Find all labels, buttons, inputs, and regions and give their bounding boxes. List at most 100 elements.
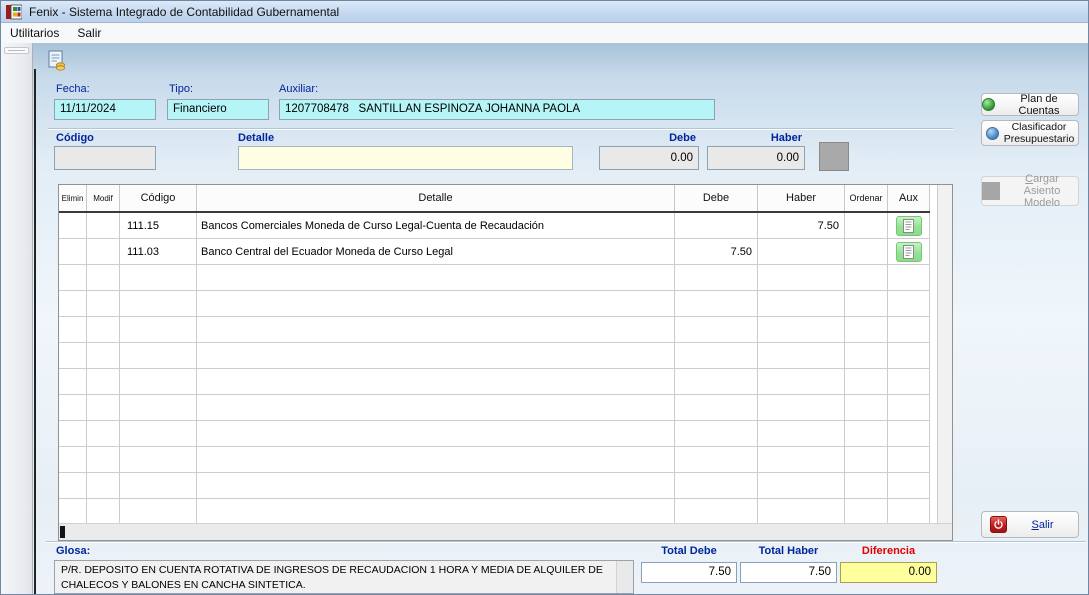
document-coins-icon[interactable] bbox=[46, 50, 68, 72]
table-empty-row bbox=[59, 369, 930, 395]
empty-cell bbox=[888, 369, 930, 394]
header-haber[interactable]: Haber bbox=[758, 185, 845, 211]
cell-ordenar bbox=[845, 239, 888, 264]
header-debe[interactable]: Debe bbox=[675, 185, 758, 211]
empty-cell bbox=[845, 369, 888, 394]
empty-cell bbox=[120, 265, 197, 290]
empty-cell bbox=[59, 473, 87, 498]
table-right-filler bbox=[930, 185, 937, 523]
cargar-asiento-modelo-button[interactable]: Cargar Asiento Modelo bbox=[981, 176, 1079, 206]
header-elimin[interactable]: Elimin bbox=[59, 185, 87, 211]
menu-item-salir[interactable]: Salir bbox=[68, 24, 110, 42]
empty-cell bbox=[888, 265, 930, 290]
empty-cell bbox=[87, 369, 120, 394]
empty-cell bbox=[59, 447, 87, 472]
panel-splitter-handle[interactable] bbox=[4, 47, 29, 54]
total-haber-label: Total Haber bbox=[740, 545, 837, 557]
empty-cell bbox=[675, 421, 758, 446]
empty-cell bbox=[87, 265, 120, 290]
empty-cell bbox=[120, 473, 197, 498]
header-codigo[interactable]: Código bbox=[120, 185, 197, 211]
codigo-label: Código bbox=[56, 132, 94, 144]
header-detalle[interactable]: Detalle bbox=[197, 185, 675, 211]
add-entry-button[interactable] bbox=[819, 142, 849, 171]
empty-cell bbox=[120, 499, 197, 523]
header-ordenar[interactable]: Ordenar bbox=[845, 185, 888, 211]
horizontal-scrollbar-thumb[interactable] bbox=[60, 526, 65, 538]
clasificador-presupuestario-button[interactable]: Clasificador Presupuestario bbox=[981, 120, 1079, 146]
empty-cell bbox=[758, 369, 845, 394]
haber-label: Haber bbox=[707, 132, 802, 144]
cargar-asiento-label: Cargar Asiento Modelo bbox=[1006, 173, 1078, 209]
empty-cell bbox=[59, 291, 87, 316]
header-aux[interactable]: Aux bbox=[888, 185, 930, 211]
cell-aux bbox=[888, 213, 930, 238]
app-icon bbox=[6, 4, 22, 20]
empty-cell bbox=[675, 291, 758, 316]
diferencia-field: 0.00 bbox=[840, 562, 937, 583]
empty-cell bbox=[758, 291, 845, 316]
empty-cell bbox=[758, 421, 845, 446]
separator-bottom bbox=[46, 541, 1086, 543]
horizontal-scrollbar[interactable] bbox=[59, 523, 952, 540]
empty-cell bbox=[758, 473, 845, 498]
table-empty-row bbox=[59, 473, 930, 499]
empty-cell bbox=[120, 421, 197, 446]
glosa-textarea[interactable]: P/R. DEPOSITO EN CUENTA ROTATIVA DE INGR… bbox=[54, 560, 634, 594]
tipo-input[interactable]: Financiero bbox=[167, 99, 269, 120]
table-row[interactable]: 111.03 Banco Central del Ecuador Moneda … bbox=[59, 239, 930, 265]
glosa-scrollbar[interactable] bbox=[616, 561, 633, 593]
fecha-input[interactable]: 11/11/2024 bbox=[54, 99, 156, 120]
menu-item-utilitarios[interactable]: Utilitarios bbox=[1, 24, 68, 42]
debe-entry-input[interactable]: 0.00 bbox=[599, 146, 699, 170]
empty-cell bbox=[888, 343, 930, 368]
empty-cell bbox=[120, 369, 197, 394]
debe-label: Debe bbox=[599, 132, 696, 144]
note-icon bbox=[903, 245, 914, 259]
journal-table: Elimin Modif Código Detalle Debe Haber O… bbox=[58, 184, 953, 541]
panel-divider bbox=[34, 69, 36, 595]
plan-de-cuentas-button[interactable]: Plan de Cuentas bbox=[981, 93, 1079, 116]
empty-cell bbox=[197, 265, 675, 290]
table-empty-row bbox=[59, 499, 930, 523]
empty-cell bbox=[59, 265, 87, 290]
aux-detail-button[interactable] bbox=[896, 242, 922, 262]
salir-button[interactable]: Salir bbox=[981, 511, 1079, 538]
codigo-entry-input[interactable] bbox=[54, 146, 156, 170]
empty-cell bbox=[675, 317, 758, 342]
empty-cell bbox=[59, 421, 87, 446]
application-window: Fenix - Sistema Integrado de Contabilida… bbox=[0, 0, 1089, 595]
empty-cell bbox=[845, 343, 888, 368]
tipo-label: Tipo: bbox=[169, 83, 193, 95]
empty-cell bbox=[888, 291, 930, 316]
empty-cell bbox=[845, 291, 888, 316]
glosa-label: Glosa: bbox=[56, 545, 90, 557]
left-collapsed-panel bbox=[1, 43, 33, 595]
salir-label: Salir bbox=[1007, 519, 1078, 531]
note-icon bbox=[903, 219, 914, 233]
cell-elimin bbox=[59, 239, 87, 264]
menu-bar: Utilitarios Salir bbox=[1, 23, 1089, 43]
empty-cell bbox=[120, 317, 197, 342]
cell-ordenar bbox=[845, 213, 888, 238]
empty-cell bbox=[675, 473, 758, 498]
empty-cell bbox=[675, 447, 758, 472]
empty-cell bbox=[87, 473, 120, 498]
vertical-scrollbar[interactable] bbox=[937, 185, 952, 523]
empty-cell bbox=[758, 265, 845, 290]
aux-detail-button[interactable] bbox=[896, 216, 922, 236]
table-row[interactable]: 111.15 Bancos Comerciales Moneda de Curs… bbox=[59, 213, 930, 239]
total-haber-field: 7.50 bbox=[740, 562, 837, 583]
empty-cell bbox=[888, 499, 930, 523]
detalle-entry-input[interactable] bbox=[238, 146, 573, 170]
header-modif[interactable]: Modif bbox=[87, 185, 120, 211]
empty-cell bbox=[120, 291, 197, 316]
empty-cell bbox=[845, 447, 888, 472]
haber-entry-input[interactable]: 0.00 bbox=[707, 146, 805, 170]
cell-elimin bbox=[59, 213, 87, 238]
empty-cell bbox=[845, 265, 888, 290]
empty-cell bbox=[87, 421, 120, 446]
auxiliar-input[interactable]: 1207708478 SANTILLAN ESPINOZA JOHANNA PA… bbox=[279, 99, 715, 120]
empty-cell bbox=[59, 395, 87, 420]
empty-cell bbox=[87, 447, 120, 472]
